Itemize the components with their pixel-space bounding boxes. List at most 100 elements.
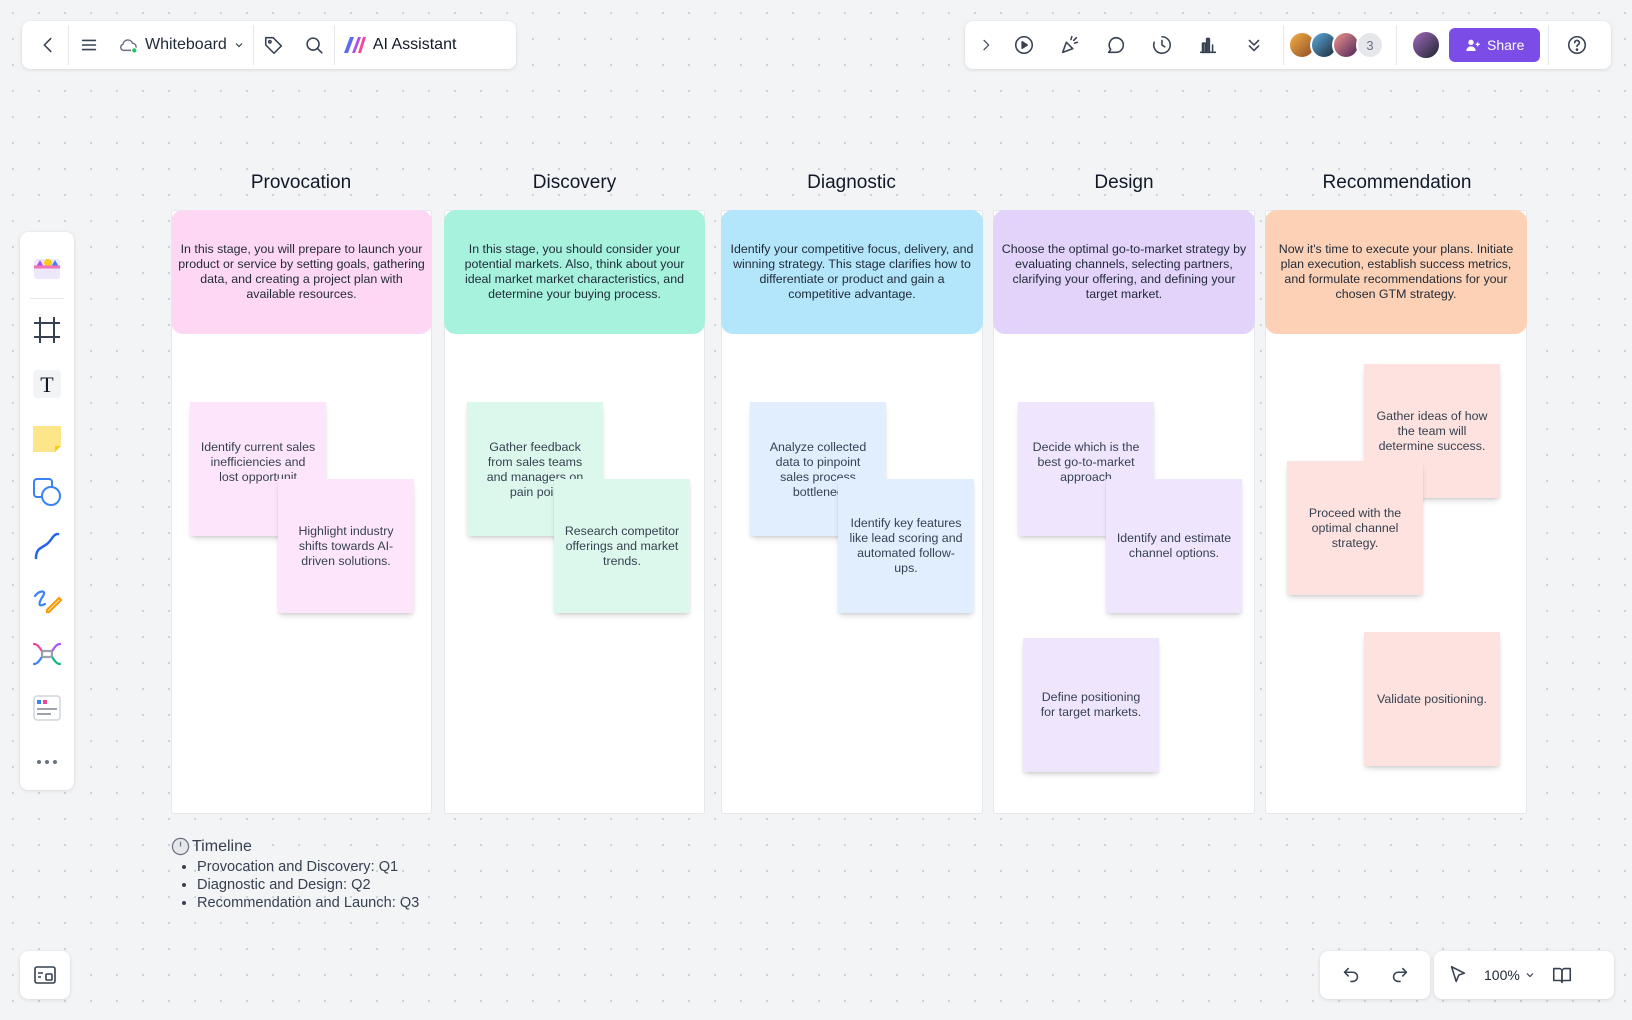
top-right-toolbar: 3 Share	[965, 21, 1611, 69]
sticky-note[interactable]: Identify and estimate channel options.	[1106, 479, 1242, 613]
connector-icon	[34, 532, 60, 560]
frame-icon	[34, 317, 60, 343]
cloud-synced-icon	[120, 39, 138, 54]
collapse-toolbar-button[interactable]	[974, 27, 998, 63]
present-button[interactable]	[1004, 27, 1044, 63]
chevron-right-icon	[983, 39, 990, 51]
ai-assistant-button[interactable]: AI Assistant	[335, 27, 465, 63]
pointer-icon	[1450, 965, 1466, 983]
back-button[interactable]	[30, 27, 66, 63]
timeline-list: Provocation and Discovery: Q1 Diagnostic…	[197, 858, 419, 912]
share-label: Share	[1487, 37, 1525, 53]
ai-assistant-label: AI Assistant	[372, 36, 457, 53]
sticky-note[interactable]: Highlight industry shifts towards AI-dri…	[278, 479, 414, 613]
more-tools-button[interactable]	[1234, 27, 1274, 63]
collaborators[interactable]: 3	[1288, 31, 1384, 59]
shape-icon	[33, 478, 61, 506]
pen-tool[interactable]	[27, 580, 67, 620]
stage-description-text: Identify your competitive focus, deliver…	[730, 242, 974, 301]
timer-icon	[1152, 35, 1171, 55]
divider	[1283, 25, 1284, 65]
comment-icon	[1107, 36, 1125, 54]
minimap-icon	[34, 966, 56, 984]
divider	[30, 298, 64, 299]
book-icon	[1552, 967, 1571, 984]
hamburger-icon	[81, 39, 97, 51]
help-button[interactable]	[1557, 27, 1597, 63]
sticky-note-text: Identify and estimate channel options.	[1116, 531, 1232, 560]
list-item: Recommendation and Launch: Q3	[197, 894, 419, 912]
shape-tool[interactable]	[27, 472, 67, 512]
undo-icon	[1343, 967, 1358, 983]
stage-description-text: Now it's time to execute your plans. Ini…	[1278, 242, 1514, 301]
top-left-toolbar: Whiteboard AI Assistant	[22, 21, 516, 69]
more-tools-button[interactable]	[27, 742, 67, 782]
select-tool-button[interactable]	[1440, 957, 1476, 993]
stage-description-recommendation[interactable]: Now it's time to execute your plans. Ini…	[1265, 210, 1527, 334]
tag-button[interactable]	[256, 27, 292, 63]
connector-tool[interactable]	[27, 526, 67, 566]
redo-button[interactable]	[1382, 957, 1418, 993]
sticky-note-text: Research competitor offerings and market…	[564, 523, 680, 568]
chevron-down-icon	[235, 43, 243, 48]
ai-logo-icon	[343, 37, 366, 53]
help-icon	[1568, 35, 1587, 55]
stage-description-diagnostic[interactable]: Identify your competitive focus, deliver…	[721, 210, 983, 334]
pen-icon	[33, 590, 63, 614]
minimap-button[interactable]	[20, 951, 70, 999]
sticky-note-text: Identify key features like lead scoring …	[849, 516, 963, 575]
timeline-text-block[interactable]: Timeline Provocation and Discovery: Q1 D…	[171, 837, 419, 912]
sticky-note-text: Define positioning for target markets.	[1040, 690, 1142, 719]
board-name-dropdown[interactable]: Whiteboard	[109, 27, 253, 63]
list-item: Provocation and Discovery: Q1	[197, 858, 419, 876]
sticky-note-text: Gather ideas of how the team will determ…	[1376, 408, 1488, 453]
share-button[interactable]: Share	[1449, 28, 1541, 62]
celebrate-icon	[1061, 35, 1079, 54]
sticky-note-text: Highlight industry shifts towards AI-dri…	[298, 523, 394, 568]
sticky-note[interactable]: Identify key features like lead scoring …	[838, 479, 974, 613]
stage-description-text: Choose the optimal go-to-market strategy…	[1001, 242, 1247, 301]
search-button[interactable]	[296, 27, 332, 63]
collaborator-count[interactable]: 3	[1356, 31, 1384, 59]
more-icon	[37, 760, 57, 764]
chevron-left-icon	[43, 37, 52, 53]
card-tool[interactable]	[27, 688, 67, 728]
column-title-discovery[interactable]: Discovery	[444, 172, 705, 194]
zoom-dropdown[interactable]: 100%	[1476, 967, 1544, 983]
stage-description-provocation[interactable]: In this stage, you will prepare to launc…	[171, 210, 432, 334]
frame-tool[interactable]	[27, 310, 67, 350]
column-title-diagnostic[interactable]: Diagnostic	[721, 172, 982, 194]
undo-button[interactable]	[1333, 957, 1369, 993]
stage-description-text: In this stage, you will prepare to launc…	[178, 242, 425, 301]
vote-button[interactable]	[1188, 27, 1228, 63]
search-icon	[306, 37, 323, 54]
sticky-note[interactable]: Research competitor offerings and market…	[554, 479, 690, 613]
divider	[68, 25, 69, 65]
column-title-design[interactable]: Design	[993, 172, 1255, 194]
column-title-provocation[interactable]: Provocation	[171, 172, 431, 194]
sticky-note-text: Validate positioning.	[1377, 691, 1487, 706]
clock-icon	[171, 837, 190, 856]
chevron-down-icon	[1526, 973, 1534, 978]
list-item: Diagnostic and Design: Q2	[197, 876, 419, 894]
stage-description-text: In this stage, you should consider your …	[464, 242, 685, 301]
menu-button[interactable]	[71, 27, 107, 63]
template-tool[interactable]	[27, 247, 67, 287]
column-title-recommendation[interactable]: Recommendation	[1266, 172, 1528, 194]
zoom-level: 100%	[1484, 967, 1520, 983]
left-toolbar: T	[20, 232, 74, 790]
current-user-avatar[interactable]	[1411, 30, 1441, 60]
mindmap-tool[interactable]	[27, 634, 67, 674]
text-tool[interactable]: T	[27, 364, 67, 404]
comment-button[interactable]	[1096, 27, 1136, 63]
history-controls	[1320, 951, 1430, 999]
sticky-note[interactable]: Validate positioning.	[1364, 632, 1500, 766]
timer-button[interactable]	[1142, 27, 1182, 63]
guide-button[interactable]	[1544, 957, 1580, 993]
stage-description-design[interactable]: Choose the optimal go-to-market strategy…	[993, 210, 1255, 334]
celebrate-button[interactable]	[1050, 27, 1090, 63]
stage-description-discovery[interactable]: In this stage, you should consider your …	[444, 210, 705, 334]
sticky-note-tool[interactable]	[27, 418, 67, 458]
sticky-note[interactable]: Define positioning for target markets.	[1023, 638, 1159, 772]
sticky-note[interactable]: Proceed with the optimal channel strateg…	[1287, 461, 1423, 595]
